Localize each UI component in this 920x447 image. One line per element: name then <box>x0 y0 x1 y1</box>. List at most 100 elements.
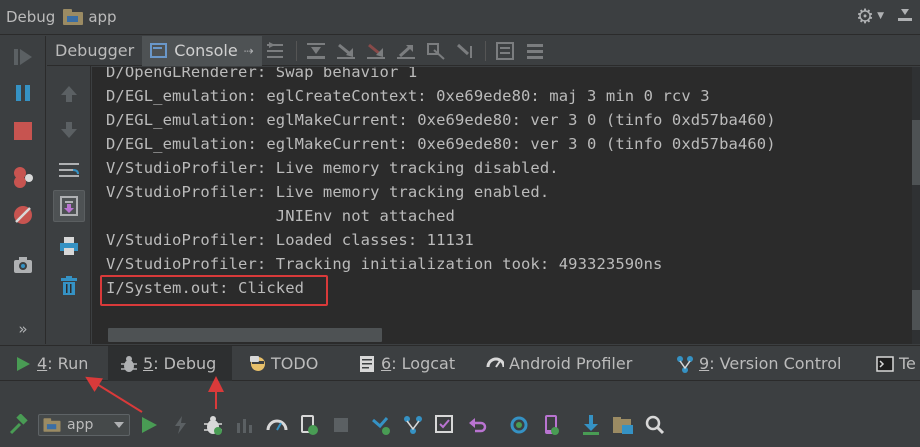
camera-icon <box>14 257 32 273</box>
show-execution-point-icon[interactable] <box>262 38 292 64</box>
step-into-icon[interactable] <box>331 38 361 64</box>
hammer-icon <box>9 414 28 435</box>
down-stack-button[interactable] <box>53 114 85 146</box>
soft-wrap-icon <box>59 163 79 177</box>
pin-icon[interactable]: ⇢ <box>244 44 254 58</box>
vertical-scrollbar-thumb[interactable] <box>912 120 920 185</box>
up-stack-button[interactable] <box>53 78 85 110</box>
debug-bug-icon <box>204 416 222 435</box>
scroll-to-end-icon <box>60 196 78 216</box>
pause-icon <box>16 85 30 101</box>
debug-bug-icon <box>120 355 138 373</box>
resume-button[interactable] <box>10 44 36 70</box>
tab-terminal[interactable]: Te <box>876 346 916 381</box>
tab-version-control[interactable]: 9: Version Control <box>676 346 841 381</box>
title-bar: Debug app ⚙ ▼ <box>0 0 920 35</box>
step-out-icon[interactable] <box>391 38 421 64</box>
arrow-down-icon <box>61 122 77 138</box>
main-toolbar: app <box>0 402 920 447</box>
make-project-button[interactable] <box>8 414 30 436</box>
tab-debug[interactable]: 5: Debug <box>108 346 232 381</box>
gear-icon[interactable]: ⚙ <box>855 6 875 26</box>
tab-debugger[interactable]: Debugger <box>47 36 142 66</box>
log-line: V/StudioProfiler: Tracking initializatio… <box>106 255 663 273</box>
stop-icon <box>14 122 32 140</box>
trash-icon <box>61 276 77 295</box>
logcat-icon <box>358 355 376 373</box>
print-button[interactable] <box>53 230 85 262</box>
profiler-icon <box>486 355 504 373</box>
debug-tabs-row: Debugger Console ⇢ <box>47 35 920 66</box>
window-title: Debug <box>6 8 56 26</box>
breakpoints-icon <box>14 167 33 188</box>
run-icon <box>14 355 32 373</box>
profile-app-button[interactable] <box>234 414 256 436</box>
pause-button[interactable] <box>10 80 36 106</box>
clear-all-button[interactable] <box>53 270 85 302</box>
vertical-scrollbar-thumb[interactable] <box>912 290 920 330</box>
vcs-update-button[interactable] <box>402 414 424 436</box>
soft-wraps-button[interactable] <box>53 154 85 186</box>
console-icon <box>150 43 168 58</box>
stop-app-button[interactable] <box>330 414 352 436</box>
refresh-icon <box>510 416 528 434</box>
sdk-manager-button[interactable] <box>580 414 602 436</box>
chevron-down-icon[interactable]: ▼ <box>877 11 884 21</box>
module-folder-icon <box>43 418 61 432</box>
tab-console[interactable]: Console ⇢ <box>142 35 262 66</box>
revert-button[interactable] <box>466 414 488 436</box>
force-step-into-icon[interactable] <box>361 38 391 64</box>
folder-icon <box>613 417 633 434</box>
search-icon <box>645 415 665 435</box>
mute-breakpoints-icon <box>14 206 32 224</box>
avd-manager-button[interactable] <box>540 414 562 436</box>
vcs-commit-button[interactable] <box>434 414 456 436</box>
horizontal-scrollbar[interactable] <box>108 328 382 342</box>
run-config-select[interactable]: app <box>38 414 130 436</box>
resume-icon <box>14 49 32 65</box>
view-breakpoints-button[interactable] <box>10 164 36 190</box>
tab-android-profiler[interactable]: Android Profiler <box>486 346 632 381</box>
step-over-icon[interactable] <box>301 38 331 64</box>
profile-bars-icon <box>237 419 252 433</box>
terminal-icon <box>876 355 894 373</box>
tab-logcat[interactable]: 6: Logcat <box>358 346 455 381</box>
drop-frame-icon[interactable] <box>421 38 451 64</box>
vcs-branch-icon <box>404 416 422 434</box>
log-line: V/StudioProfiler: Live memory tracking d… <box>106 159 559 177</box>
tab-run[interactable]: 4: Run <box>14 346 88 381</box>
hide-panel-icon[interactable] <box>898 9 912 23</box>
search-button[interactable] <box>644 414 666 436</box>
log-line: V/StudioProfiler: Live memory tracking e… <box>106 183 550 201</box>
get-thread-dump-button[interactable] <box>10 252 36 278</box>
stop-button[interactable] <box>10 118 36 144</box>
commit-icon <box>435 415 453 433</box>
sync-icon <box>372 417 390 435</box>
module-name: app <box>88 8 117 26</box>
run-app-button[interactable] <box>138 414 160 436</box>
run-config-value: app <box>67 417 94 433</box>
attach-debugger-icon <box>301 415 318 435</box>
run-to-cursor-icon[interactable] <box>451 38 481 64</box>
annotation-highlight-box <box>100 275 328 306</box>
debug-left-toolbar: » <box>0 36 46 344</box>
avd-sync-button[interactable] <box>508 414 530 436</box>
evaluate-expression-icon[interactable] <box>490 38 520 64</box>
apply-changes-button[interactable] <box>170 414 192 436</box>
scroll-to-end-button[interactable] <box>53 190 85 222</box>
undo-icon <box>469 418 487 433</box>
module-folder-icon <box>63 9 84 25</box>
tab-todo[interactable]: TODO <box>248 346 318 381</box>
tool-window-strip: 4: Run 5: Debug TODO 6: Logcat Android P… <box>0 345 920 381</box>
trace-current-stream-icon[interactable] <box>520 38 550 64</box>
tab-console-label: Console <box>174 41 238 60</box>
debug-app-button[interactable] <box>202 414 224 436</box>
log-line: D/EGL_emulation: eglMakeCurrent: 0xe69ed… <box>106 111 776 129</box>
mute-breakpoints-button[interactable] <box>10 202 36 228</box>
more-actions-icon[interactable]: » <box>10 316 36 342</box>
attach-profiler-button[interactable] <box>266 414 288 436</box>
attach-debugger-button[interactable] <box>298 414 320 436</box>
log-line: D/EGL_emulation: eglCreateContext: 0xe69… <box>106 87 710 105</box>
sync-gradle-button[interactable] <box>370 414 392 436</box>
project-structure-button[interactable] <box>612 414 634 436</box>
